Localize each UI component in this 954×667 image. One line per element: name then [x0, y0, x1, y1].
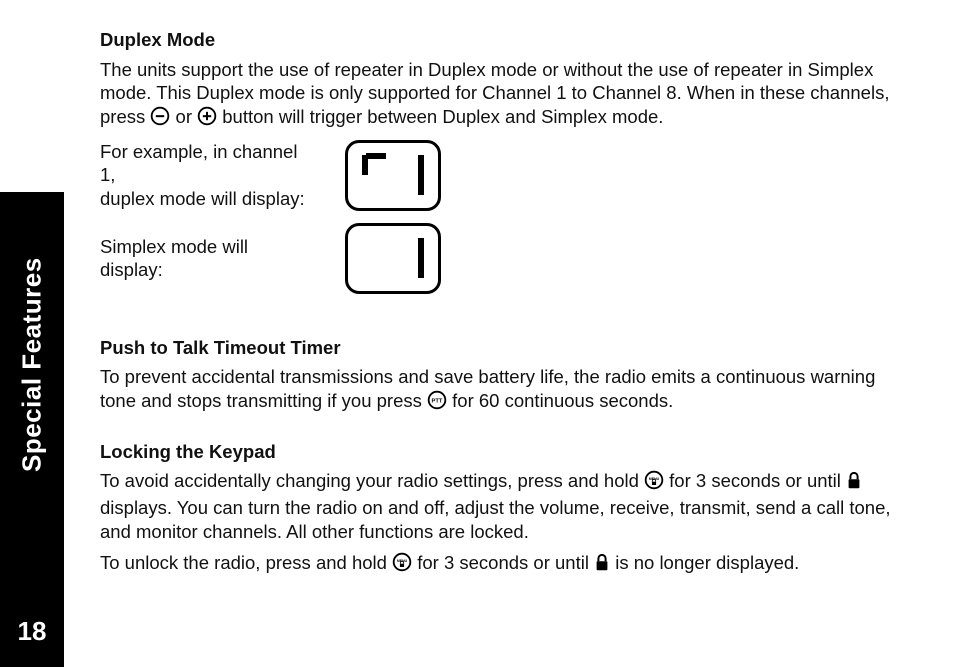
svg-text:PTT: PTT	[432, 399, 443, 405]
text: For example, in channel 1,	[100, 141, 297, 186]
example-row-duplex: For example, in channel 1, duplex mode w…	[100, 140, 910, 211]
menu-lock-button-icon: MENU	[644, 470, 664, 496]
example-duplex-label: For example, in channel 1, duplex mode w…	[100, 140, 315, 211]
paragraph-ptt: To prevent accidental transmissions and …	[100, 365, 910, 415]
text: for 3 seconds or until	[669, 470, 846, 491]
heading-ptt-timeout: Push to Talk Timeout Timer	[100, 336, 910, 360]
lcd-display-simplex-icon	[345, 223, 441, 294]
lcd-display-duplex-icon	[345, 140, 441, 211]
text: button will trigger between Duplex and S…	[222, 106, 663, 127]
paragraph-duplex-intro: The units support the use of repeater in…	[100, 58, 910, 132]
heading-locking-keypad: Locking the Keypad	[100, 440, 910, 464]
sidebar-section-label: Special Features	[0, 192, 64, 492]
text: or	[176, 106, 198, 127]
menu-lock-button-icon: MENU	[392, 552, 412, 578]
manual-page: Special Features 18 Duplex Mode The unit…	[0, 0, 954, 667]
example-simplex-label: Simplex mode will display:	[100, 235, 315, 282]
example-row-simplex: Simplex mode will display:	[100, 223, 910, 294]
text: To unlock the radio, press and hold	[100, 552, 392, 573]
text: for 60 continuous seconds.	[452, 390, 673, 411]
lock-icon	[846, 472, 862, 496]
plus-button-icon	[197, 106, 217, 132]
ptt-button-icon: PTT	[427, 390, 447, 416]
paragraph-unlock-instructions: To unlock the radio, press and hold MENU…	[100, 551, 910, 578]
text: To avoid accidentally changing your radi…	[100, 470, 644, 491]
minus-button-icon	[150, 106, 170, 132]
page-number: 18	[0, 616, 64, 647]
text: for 3 seconds or until	[417, 552, 594, 573]
content-area: Duplex Mode The units support the use of…	[100, 28, 910, 586]
text: displays. You can turn the radio on and …	[100, 497, 891, 542]
text: is no longer displayed.	[615, 552, 799, 573]
lock-icon	[594, 554, 610, 578]
paragraph-lock-instructions: To avoid accidentally changing your radi…	[100, 469, 910, 543]
text: duplex mode will display:	[100, 188, 305, 209]
sidebar: Special Features 18	[0, 0, 64, 667]
heading-duplex-mode: Duplex Mode	[100, 28, 910, 52]
